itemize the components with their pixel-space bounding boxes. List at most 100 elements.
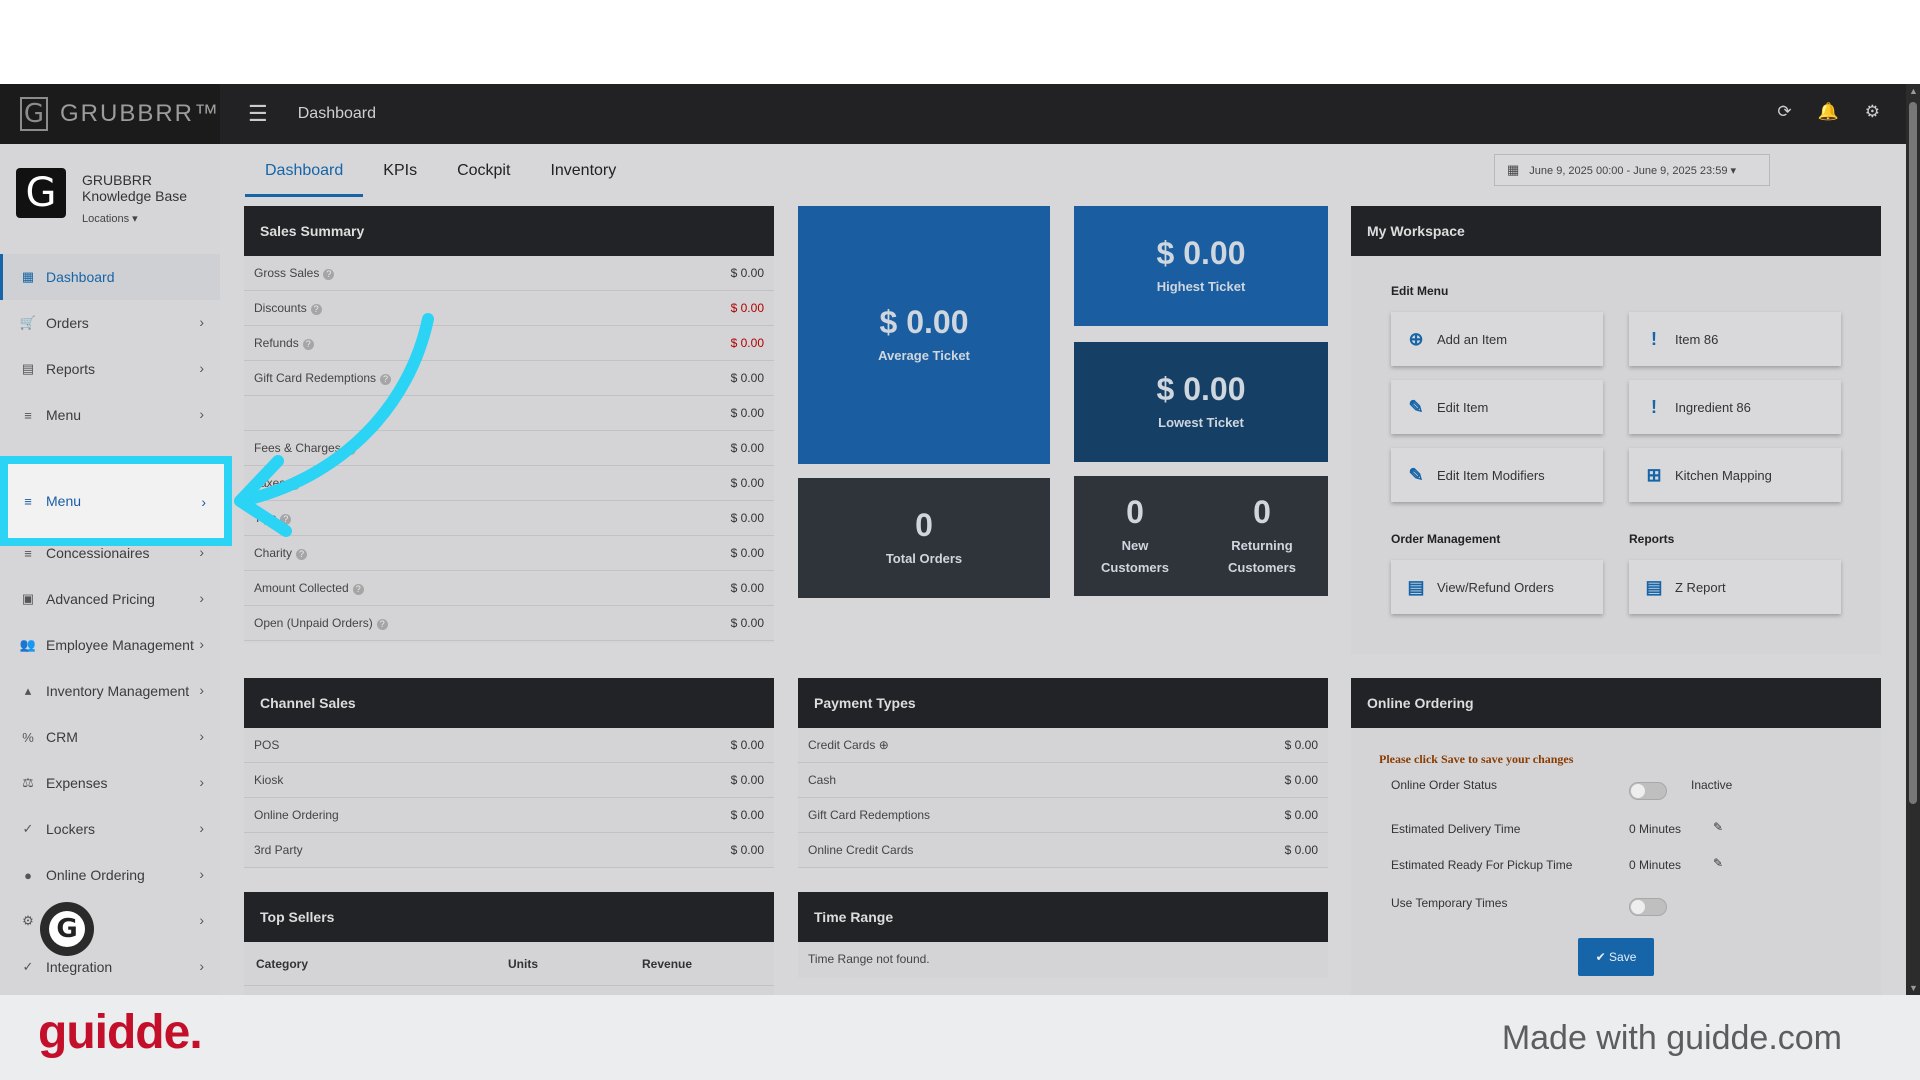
date-range-text: June 9, 2025 00:00 - June 9, 2025 23:59 … <box>1529 164 1737 177</box>
customers-tile: 0 New Customers 0 Returning Customers <box>1074 476 1328 596</box>
plus-circle-icon: ⊕ <box>1408 328 1424 349</box>
channel-sales-panel: Channel Sales POS $ 0.00 Kiosk $ 0.00 Online… <box>244 678 774 868</box>
button-label: Add an Item <box>1437 331 1508 347</box>
chevron-right-icon: › <box>199 406 204 422</box>
pencil-icon[interactable]: ✎ <box>1713 820 1723 834</box>
estimated-delivery-value: 0 Minutes <box>1629 822 1682 836</box>
hamburger-icon[interactable]: ☰ <box>248 101 268 127</box>
plus-circle-icon[interactable]: ⊕ <box>875 738 889 752</box>
date-range-picker[interactable]: ▦ June 9, 2025 00:00 - June 9, 2025 23:5… <box>1494 154 1770 186</box>
help-icon[interactable]: ? <box>323 269 335 280</box>
sidebar-item-inventory-management[interactable]: ▴ Inventory Management › <box>0 668 220 714</box>
use-temporary-times-toggle[interactable] <box>1629 898 1667 916</box>
sidebar-item-menu[interactable]: ≡ Menu › <box>0 392 220 438</box>
sidebar-item-re[interactable]: ⚙re› <box>0 898 220 944</box>
tab-cockpit[interactable]: Cockpit <box>437 154 530 197</box>
sidebar-item-advanced-pricing[interactable]: ▣ Advanced Pricing › <box>0 576 220 622</box>
row-value: $ 0.00 <box>730 406 764 420</box>
column-header: Units <box>508 956 538 971</box>
column-header: Revenue <box>642 956 693 971</box>
row-label-text: Amount Collected <box>254 581 349 595</box>
panel-title: Time Range <box>798 892 1328 942</box>
panel-title: Channel Sales <box>244 678 774 728</box>
sidebar-item-crm[interactable]: % CRM › <box>0 714 220 760</box>
locations-dropdown[interactable]: Locations ▾ <box>82 212 138 225</box>
sidebar-item-label: Inventory Management <box>46 683 190 699</box>
lowest-ticket-tile: $ 0.00 Lowest Ticket <box>1074 342 1328 462</box>
kitchen-mapping-button[interactable]: ⊞ Kitchen Mapping <box>1629 448 1841 502</box>
save-button[interactable]: ✔ Save <box>1578 938 1654 976</box>
average-ticket-tile: $ 0.00 Average Ticket <box>798 206 1050 464</box>
help-icon[interactable]: ? <box>352 584 364 595</box>
view-refund-orders-button[interactable]: ▤ View/Refund Orders <box>1391 560 1603 614</box>
row-value: $ 0.00 <box>1284 808 1318 822</box>
nav-icon: ⚙ <box>22 913 34 928</box>
help-icon[interactable]: ? <box>296 549 308 560</box>
total-orders-tile: 0 Total Orders <box>798 478 1050 598</box>
sidebar-item-menu-highlight[interactable]: ≡ Menu › <box>0 456 232 546</box>
help-icon[interactable]: ? <box>376 619 388 630</box>
sidebar-item-reports[interactable]: ▤ Reports › <box>0 346 220 392</box>
tab-inventory[interactable]: Inventory <box>530 154 636 197</box>
z-report-button[interactable]: ▤ Z Report <box>1629 560 1841 614</box>
sidebar-item-dashboard[interactable]: ▦ Dashboard <box>0 254 220 300</box>
sidebar-item-integration[interactable]: ✓ Integration › <box>0 944 220 990</box>
sidebar-item-label: Employee Management <box>46 637 194 653</box>
sidebar-item-label: Lockers <box>46 821 96 837</box>
tenant-logo: G <box>16 168 66 218</box>
guidde-avatar[interactable]: G <box>40 902 94 956</box>
row-label: Online Ordering <box>254 808 339 822</box>
nav-icon: ✓ <box>22 959 34 974</box>
page-title: Dashboard <box>297 105 377 122</box>
chevron-right-icon: › <box>199 728 204 744</box>
button-label: Kitchen Mapping <box>1675 467 1772 483</box>
edit-item-modifiers-button[interactable]: ✎ Edit Item Modifiers <box>1391 448 1603 502</box>
row-label: Gross Sales? <box>254 266 335 280</box>
tab-kpis[interactable]: KPIs <box>363 154 437 197</box>
sidebar-item-label: Reports <box>46 361 96 377</box>
scrollbar-thumb[interactable] <box>1909 102 1917 804</box>
table-row: POS $ 0.00 <box>244 728 774 763</box>
nav-icon: ▴ <box>24 683 32 698</box>
item-86-button[interactable]: ! Item 86 <box>1629 312 1841 366</box>
row-value: $ 0.00 <box>730 581 764 595</box>
sidebar-item-lockers[interactable]: ✓ Lockers › <box>0 806 220 852</box>
tile-label: Total Orders <box>885 550 963 566</box>
online-order-status-label: Online Order Status <box>1391 778 1498 792</box>
chevron-right-icon: › <box>199 682 204 698</box>
sidebar-item-label: Online Ordering <box>46 867 145 883</box>
bell-icon[interactable]: 🔔 <box>1818 102 1839 122</box>
my-workspace-panel: My Workspace Edit Menu ⊕ Add an Item ! I… <box>1351 206 1881 654</box>
row-label: Amount Collected? <box>254 581 364 595</box>
sidebar-item-label: Concessionaires <box>46 545 150 561</box>
add-item-button[interactable]: ⊕ Add an Item <box>1391 312 1603 366</box>
tile-label: Lowest Ticket <box>1158 414 1244 430</box>
refresh-icon[interactable]: ⟳ <box>1777 102 1791 122</box>
gear-icon[interactable]: ⚙ <box>1865 102 1880 122</box>
estimated-pickup-value: 0 Minutes <box>1629 858 1682 872</box>
scroll-up-icon[interactable]: ▲ <box>1909 86 1918 96</box>
guidde-logo: guidde. <box>38 1006 203 1059</box>
pencil-icon[interactable]: ✎ <box>1713 856 1723 870</box>
ingredient-86-button[interactable]: ! Ingredient 86 <box>1629 380 1841 434</box>
edit-menu-label: Edit Menu <box>1391 284 1449 298</box>
button-label: Edit Item Modifiers <box>1437 467 1545 483</box>
online-order-status-toggle[interactable] <box>1629 782 1667 800</box>
guidde-footer: guidde. Made with guidde.com <box>0 995 1920 1080</box>
sidebar-item-expenses[interactable]: ⚖ Expenses › <box>0 760 220 806</box>
tab-dashboard[interactable]: Dashboard <box>245 154 364 197</box>
sidebar-item-online-ordering[interactable]: ● Online Ordering › <box>0 852 220 898</box>
estimated-delivery-label: Estimated Delivery Time <box>1391 822 1521 836</box>
scrollbar[interactable]: ▲ ▼ <box>1906 84 1920 995</box>
row-value: $ 0.00 <box>730 616 764 630</box>
sidebar-item-employee-management[interactable]: 👥 Employee Management › <box>0 622 220 668</box>
row-label: 3rd Party <box>254 843 303 857</box>
sidebar-item-label: Expenses <box>46 775 108 791</box>
nav-icon: ▦ <box>21 269 35 284</box>
edit-item-button[interactable]: ✎ Edit Item <box>1391 380 1603 434</box>
table-row: Amount Collected? $ 0.00 <box>244 571 774 606</box>
chevron-right-icon: › <box>199 866 204 882</box>
scroll-down-icon[interactable]: ▼ <box>1909 983 1918 993</box>
sidebar-item-orders[interactable]: 🛒 Orders › <box>0 300 220 346</box>
estimated-pickup-label: Estimated Ready For Pickup Time <box>1391 858 1573 872</box>
